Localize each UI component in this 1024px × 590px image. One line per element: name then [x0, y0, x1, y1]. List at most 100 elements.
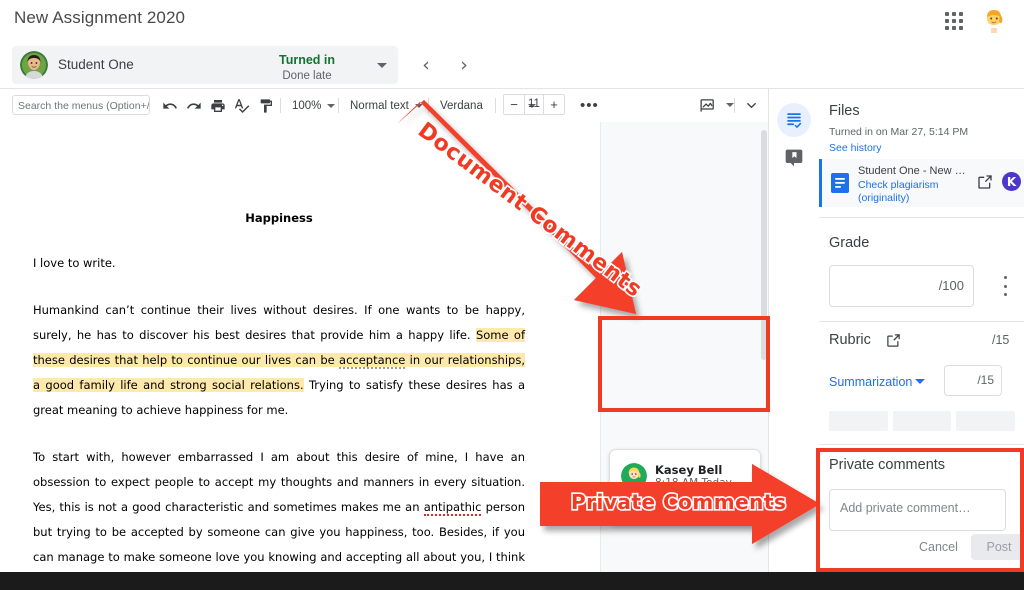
- commenter-avatar: [621, 463, 647, 489]
- rubric-section-title: Rubric: [829, 332, 871, 348]
- comment-body: rewrite: [621, 501, 661, 515]
- previous-student-button[interactable]: ‹: [414, 53, 438, 77]
- chevron-down-icon: [415, 104, 423, 108]
- rubric-level-chip[interactable]: [893, 411, 952, 431]
- page-title: New Assignment 2020: [14, 8, 185, 28]
- apps-grid-dot: [952, 26, 956, 30]
- toolbar-divider: [338, 98, 339, 113]
- comment-bookmark-icon[interactable]: [782, 146, 806, 170]
- paint-format-icon[interactable]: [256, 96, 275, 115]
- student-name: Student One: [58, 57, 134, 72]
- font-size-increase-button[interactable]: +: [544, 95, 564, 114]
- toolbar-more-icon[interactable]: •••: [580, 96, 599, 115]
- rubric-level-chip[interactable]: [956, 411, 1015, 431]
- status-chevron-down-icon[interactable]: [377, 63, 387, 68]
- text-style-select[interactable]: Normal text: [350, 96, 423, 115]
- zoom-select[interactable]: 100%: [292, 96, 335, 115]
- image-options-icon[interactable]: [698, 96, 717, 115]
- next-student-button[interactable]: ›: [452, 53, 476, 77]
- paragraph-text: I love to write.: [33, 256, 116, 270]
- document-canvas: Happiness I love to write. Humankind can…: [0, 122, 768, 590]
- student-avatar: [20, 51, 48, 79]
- student-header-row: Student One Turned in Done late ‹ › Retu…: [0, 42, 1024, 89]
- submission-status: Turned in Done late: [252, 50, 362, 84]
- font-size-decrease-button[interactable]: −: [504, 95, 524, 114]
- apps-grid-dot: [952, 12, 956, 16]
- apps-grid-dot: [959, 26, 963, 30]
- criterion-max-label: /15: [977, 373, 994, 387]
- divider: [819, 321, 1024, 322]
- grade-section-title: Grade: [829, 235, 869, 251]
- cancel-button[interactable]: Cancel: [919, 540, 958, 554]
- rubric-open-in-new-icon[interactable]: [886, 333, 901, 348]
- undo-icon[interactable]: [160, 96, 179, 115]
- document-paragraph: Humankind can’t continue their lives wit…: [33, 298, 525, 423]
- text-style-value: Normal text: [350, 100, 409, 112]
- criterion-chevron-down-icon[interactable]: [915, 379, 925, 384]
- turned-in-timestamp: Turned in on Mar 27, 5:14 PM: [829, 126, 968, 138]
- chevron-down-icon: [327, 104, 335, 108]
- apps-grid-dot: [945, 19, 949, 23]
- file-row[interactable]: Student One - New … Check plagiarism (or…: [819, 159, 1024, 207]
- top-bar: New Assignment 2020: [0, 0, 1024, 42]
- google-classroom-grading-screenshot: New Assignment 2020: [0, 0, 1024, 590]
- student-chip[interactable]: Student One Turned in Done late: [12, 46, 398, 84]
- spellcheck-underlined-word: acceptance: [339, 353, 405, 369]
- toolbar-divider: [428, 98, 429, 113]
- document-paragraph: To start with, however embarrassed I am …: [33, 445, 525, 590]
- document-body[interactable]: Happiness I love to write. Humankind can…: [33, 206, 525, 590]
- spellcheck-icon[interactable]: [232, 96, 251, 115]
- rubric-criterion-name[interactable]: Summarization: [829, 375, 912, 389]
- tool-icon-strip: ?: [768, 89, 820, 590]
- open-in-new-icon[interactable]: [977, 174, 993, 190]
- font-size-stepper[interactable]: − 11 +: [503, 94, 565, 115]
- font-size-value[interactable]: 11: [524, 95, 544, 114]
- image-options-chevron-down-icon[interactable]: [726, 103, 734, 107]
- apps-grid-dot: [959, 12, 963, 16]
- apps-grid-dot: [952, 19, 956, 23]
- google-docs-icon: [831, 173, 849, 193]
- rubric-max-label: /15: [992, 333, 1009, 347]
- grade-input[interactable]: /100: [829, 265, 974, 307]
- toolbar-divider: [495, 98, 496, 113]
- account-avatar[interactable]: [978, 4, 1010, 36]
- originality-badge[interactable]: K: [1002, 172, 1021, 191]
- apps-grid-dot: [945, 12, 949, 16]
- more-dot: [1004, 276, 1007, 279]
- apps-grid-icon[interactable]: [943, 10, 965, 32]
- see-history-link[interactable]: See history: [829, 142, 882, 154]
- status-sub-label: Done late: [252, 69, 362, 84]
- post-button[interactable]: Post: [971, 534, 1024, 560]
- misspelled-word: antipathic: [424, 500, 482, 516]
- comment-author: Kasey Bell: [655, 463, 722, 477]
- more-dot: [1004, 285, 1007, 288]
- files-section-title: Files: [829, 103, 860, 119]
- rubric-level-chip[interactable]: [829, 411, 888, 431]
- redo-icon[interactable]: [184, 96, 203, 115]
- docs-toolbar: Search the menus (Option+/) 100% Normal …: [0, 89, 768, 123]
- apps-grid-dot: [945, 26, 949, 30]
- toolbar-divider: [280, 98, 281, 113]
- apps-grid-dot: [959, 19, 963, 23]
- check-plagiarism-link[interactable]: Check plagiarism (originality): [858, 179, 970, 205]
- private-comments-title: Private comments: [829, 457, 945, 473]
- more-dot: [1004, 293, 1007, 296]
- comment-timestamp: 8:18 AM Today: [655, 477, 732, 489]
- grade-more-vert-icon[interactable]: [997, 276, 1013, 296]
- search-menus-input[interactable]: Search the menus (Option+/): [12, 95, 150, 115]
- toolbar-divider: [734, 98, 735, 113]
- document-paragraph: I love to write.: [33, 251, 525, 276]
- print-icon[interactable]: [208, 96, 227, 115]
- paragraph-text: Humankind can’t continue their lives wit…: [33, 303, 525, 342]
- grading-checklist-icon[interactable]: [777, 103, 811, 137]
- criterion-score-input[interactable]: /15: [944, 365, 1002, 396]
- grade-max-label: /100: [939, 278, 964, 293]
- rubric-level-chips: [829, 411, 1015, 431]
- document-scrollbar[interactable]: [761, 130, 767, 360]
- private-comment-input[interactable]: Add private comment…: [829, 489, 1006, 531]
- file-name: Student One - New …: [858, 165, 968, 177]
- document-page[interactable]: Happiness I love to write. Humankind can…: [0, 122, 600, 590]
- document-comment-card[interactable]: Kasey Bell 8:18 AM Today rewrite: [609, 449, 761, 526]
- collapse-toolbar-chevron-down-icon[interactable]: [742, 96, 761, 115]
- bottom-edge-bar: [0, 572, 1024, 590]
